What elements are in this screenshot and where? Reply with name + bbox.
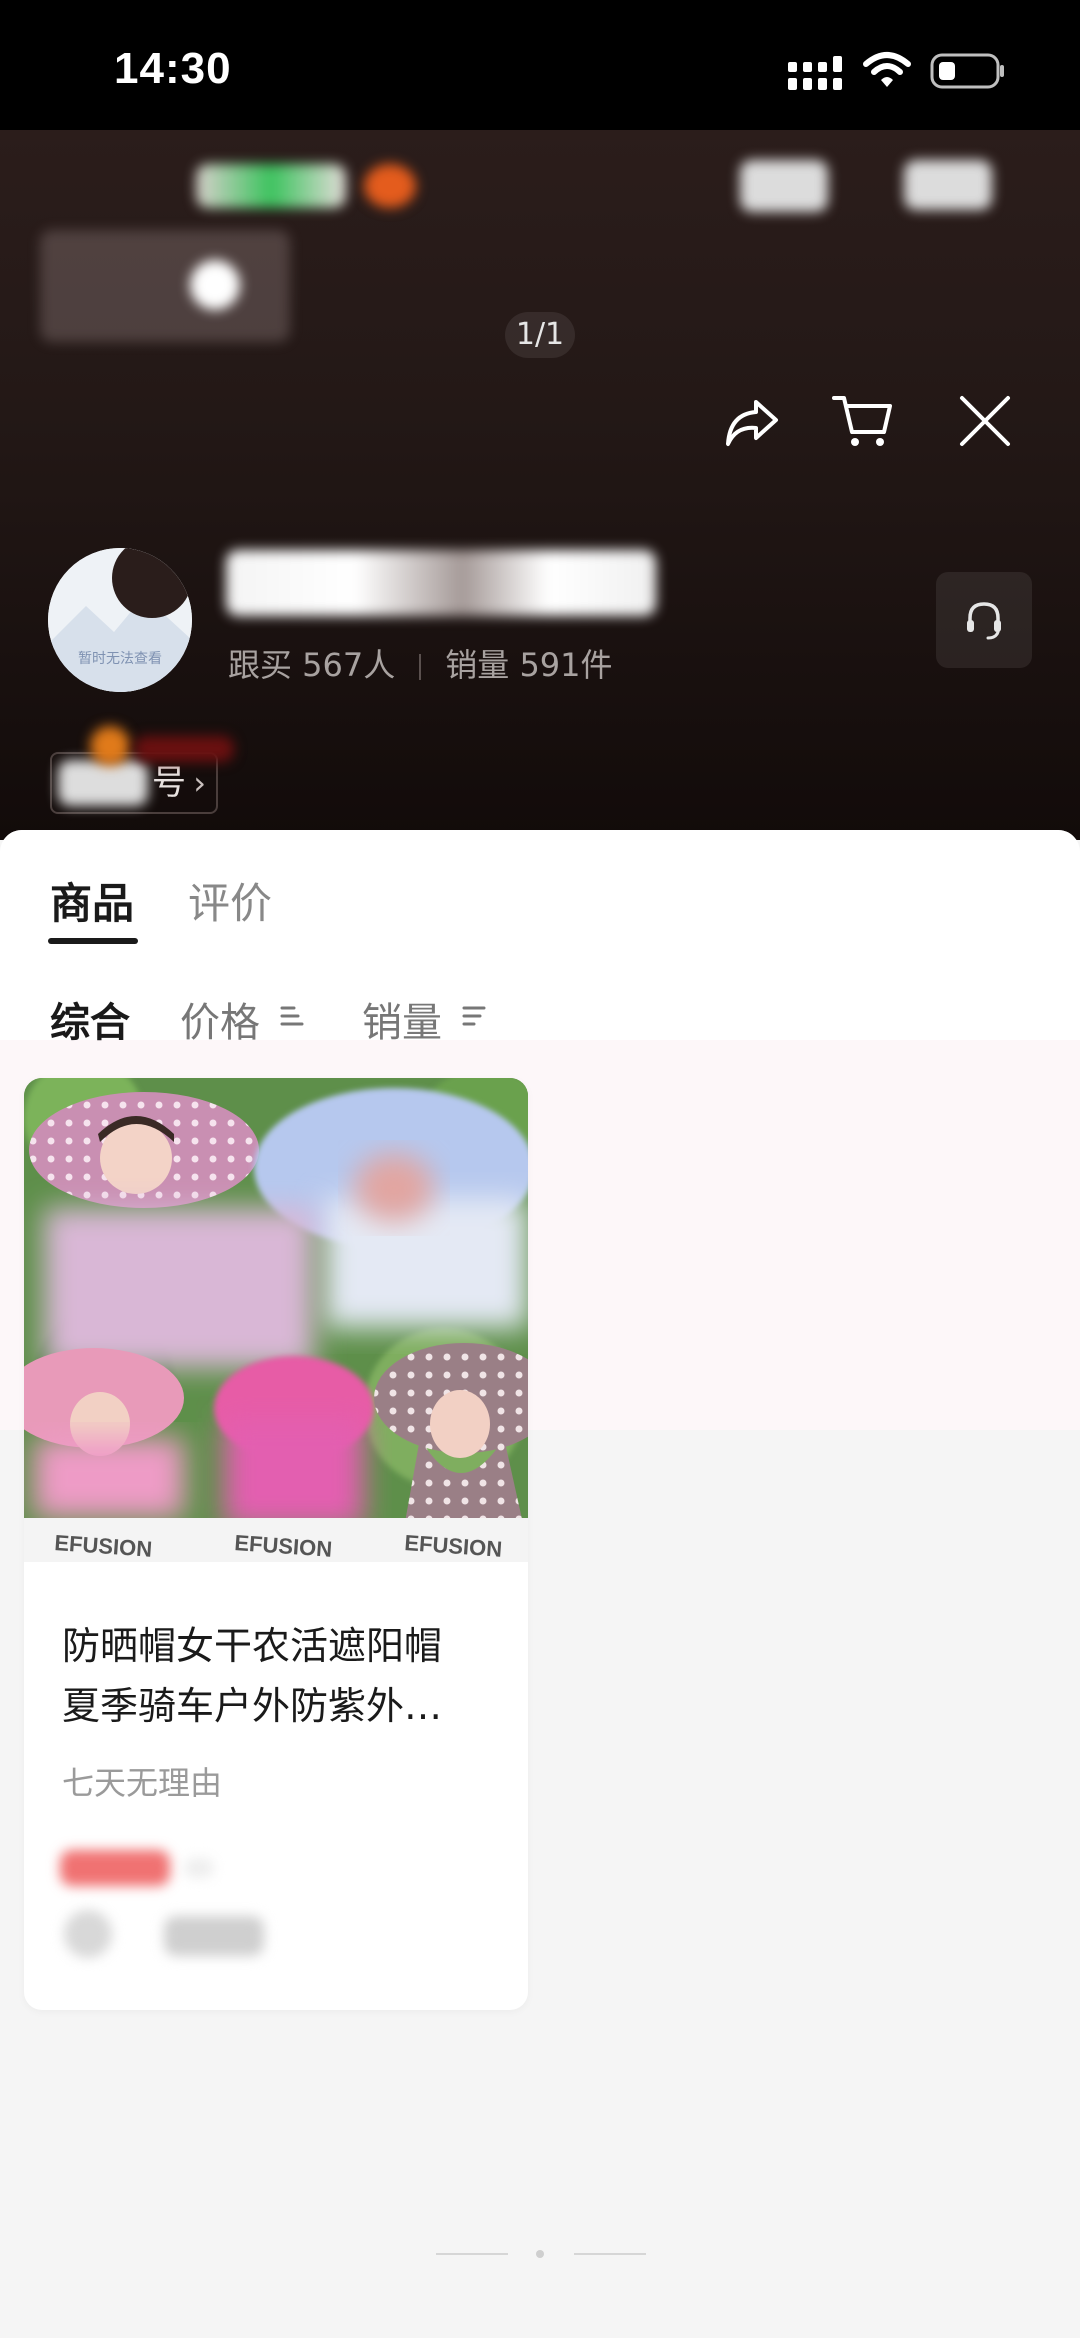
tab-reviews[interactable]: 评价	[188, 870, 272, 931]
sort-order-icon	[280, 1006, 304, 1026]
status-bar: 14:30	[0, 0, 1080, 130]
blurred-seller-avatar	[64, 1910, 112, 1958]
page-indicator: 1/1	[505, 312, 575, 358]
sort-sales[interactable]: 销量	[362, 990, 442, 1048]
blurred-label	[134, 736, 234, 762]
product-return-tag: 七天无理由	[62, 1764, 223, 1802]
avatar-placeholder-text: 暂时无法查看	[78, 651, 162, 667]
sales-count: 销量 591件	[445, 646, 613, 684]
followers-count: 跟买 567人	[228, 646, 396, 684]
product-title[interactable]: 防晒帽女干农活遮阳帽 夏季骑车户外防紫外…	[62, 1616, 502, 1736]
blurred-badge	[364, 164, 416, 208]
product-image[interactable]: EFUSION EFUSION EFUSION	[24, 1078, 528, 1562]
product-card[interactable]: EFUSION EFUSION EFUSION 防晒帽女干农活遮阳帽 夏季骑车户…	[24, 1078, 528, 2010]
product-title-line: 防晒帽女干农活遮阳帽	[62, 1624, 443, 1668]
blurred-seller-name	[164, 1916, 264, 1956]
headset-icon	[967, 602, 1001, 640]
product-title-line: 夏季骑车户外防紫外…	[62, 1684, 443, 1728]
shop-tag-label: 号	[152, 763, 186, 803]
blurred-back-area	[40, 230, 290, 342]
sort-order-icon	[462, 1006, 486, 1026]
wifi-icon	[863, 52, 911, 87]
shop-page: 14:30 1/1 暂时无法查看 跟买 567人 销量 591件 号 › 商品 …	[0, 0, 1080, 2338]
battery-icon	[930, 53, 1004, 89]
blurred-price	[60, 1850, 170, 1886]
customer-service-button[interactable]	[936, 572, 1032, 668]
blurred-dot	[190, 260, 240, 310]
share-icon[interactable]	[718, 388, 784, 454]
sort-price[interactable]: 价格	[180, 990, 260, 1048]
blurred-tag-text	[58, 760, 148, 806]
product-sheet: 商品 评价 综合 价格 销量 EFUSION EFUSION EFUSION 防…	[0, 830, 1080, 2338]
tab-products[interactable]: 商品	[50, 870, 134, 931]
close-icon[interactable]	[952, 388, 1018, 454]
chevron-right-icon: ›	[193, 764, 206, 802]
image-placeholder-icon	[48, 548, 192, 692]
shop-stats: 跟买 567人 销量 591件	[228, 640, 613, 686]
tab-active-indicator	[48, 938, 138, 944]
page-dots-indicator	[436, 2250, 646, 2258]
cellular-signal-icon	[788, 56, 842, 90]
stats-divider	[419, 654, 422, 680]
blurred-price	[184, 1858, 214, 1878]
shop-header: 1/1 暂时无法查看 跟买 567人 销量 591件 号 ›	[0, 130, 1080, 840]
blurred-banner	[196, 164, 346, 208]
cart-icon[interactable]	[830, 388, 896, 454]
shop-avatar[interactable]: 暂时无法查看	[48, 548, 192, 692]
blurred-badge	[90, 726, 130, 766]
status-time: 14:30	[114, 44, 232, 93]
shop-name-blurred	[226, 550, 656, 616]
blurred-status-text	[904, 160, 992, 210]
sort-general[interactable]: 综合	[50, 990, 130, 1048]
product-photo: EFUSION EFUSION EFUSION	[24, 1078, 528, 1562]
blurred-status-text	[740, 160, 828, 212]
